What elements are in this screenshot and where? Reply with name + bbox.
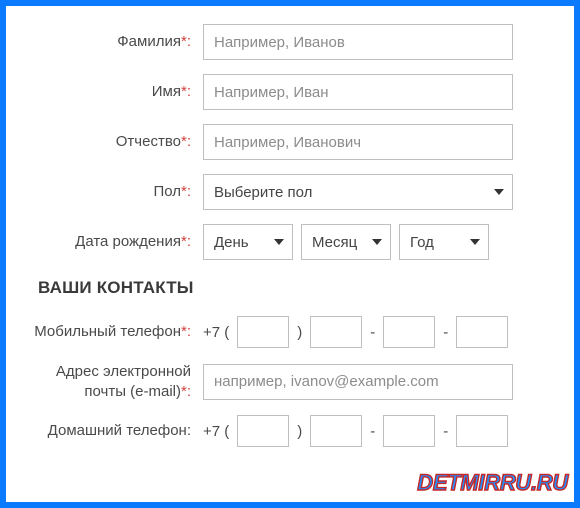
mobile-part3[interactable] xyxy=(456,316,508,348)
home-part3[interactable] xyxy=(456,415,508,447)
label-home-phone: Домашний телефон: xyxy=(28,422,203,441)
label-lastname: Фамилия*: xyxy=(28,33,203,52)
home-paren-close: ) xyxy=(297,423,302,440)
input-email[interactable] xyxy=(203,364,513,400)
home-part1[interactable] xyxy=(310,415,362,447)
required-marker: *: xyxy=(181,133,191,150)
label-patronymic: Отчество*: xyxy=(28,133,203,152)
form-frame: Фамилия*: Имя*: Отчество*: Пол*: Выберит… xyxy=(0,0,580,508)
home-part2[interactable] xyxy=(383,415,435,447)
mobile-prefix: +7 ( xyxy=(203,324,229,341)
mobile-part1[interactable] xyxy=(310,316,362,348)
required-marker: *: xyxy=(181,33,191,50)
label-email: Адрес электронной почты (e-mail)*: xyxy=(28,362,203,401)
label-mobile: Мобильный телефон*: xyxy=(28,322,203,342)
select-birth-month[interactable]: Месяц xyxy=(301,224,391,260)
home-sep1: - xyxy=(370,423,375,440)
mobile-paren-close: ) xyxy=(297,324,302,341)
home-prefix: +7 ( xyxy=(203,423,229,440)
row-home-phone: Домашний телефон: +7 ( ) - - xyxy=(28,415,552,447)
chevron-down-icon xyxy=(470,239,480,245)
label-gender: Пол*: xyxy=(28,183,203,202)
chevron-down-icon xyxy=(494,189,504,195)
watermark: DETMIRRU.RU xyxy=(417,470,568,496)
required-marker: *: xyxy=(181,323,191,340)
row-firstname: Имя*: xyxy=(28,74,552,110)
home-area[interactable] xyxy=(237,415,289,447)
row-mobile: Мобильный телефон*: +7 ( ) - - xyxy=(28,316,552,348)
select-gender[interactable]: Выберите пол xyxy=(203,174,513,210)
row-email: Адрес электронной почты (e-mail)*: xyxy=(28,362,552,401)
row-patronymic: Отчество*: xyxy=(28,124,552,160)
chevron-down-icon xyxy=(274,239,284,245)
chevron-down-icon xyxy=(372,239,382,245)
row-lastname: Фамилия*: xyxy=(28,24,552,60)
contacts-section-title: ВАШИ КОНТАКТЫ xyxy=(38,278,552,298)
required-marker: *: xyxy=(181,83,191,100)
input-patronymic[interactable] xyxy=(203,124,513,160)
required-marker: *: xyxy=(181,383,191,400)
input-lastname[interactable] xyxy=(203,24,513,60)
required-marker: *: xyxy=(181,233,191,250)
input-firstname[interactable] xyxy=(203,74,513,110)
select-gender-value: Выберите пол xyxy=(214,184,312,201)
select-birth-year[interactable]: Год xyxy=(399,224,489,260)
select-birth-day[interactable]: День xyxy=(203,224,293,260)
mobile-sep1: - xyxy=(370,324,375,341)
label-firstname: Имя*: xyxy=(28,83,203,102)
mobile-sep2: - xyxy=(443,324,448,341)
mobile-area[interactable] xyxy=(237,316,289,348)
mobile-part2[interactable] xyxy=(383,316,435,348)
label-birthdate: Дата рождения*: xyxy=(28,233,203,252)
row-birthdate: Дата рождения*: День Месяц Год xyxy=(28,224,552,260)
required-marker: *: xyxy=(181,183,191,200)
home-sep2: - xyxy=(443,423,448,440)
row-gender: Пол*: Выберите пол xyxy=(28,174,552,210)
